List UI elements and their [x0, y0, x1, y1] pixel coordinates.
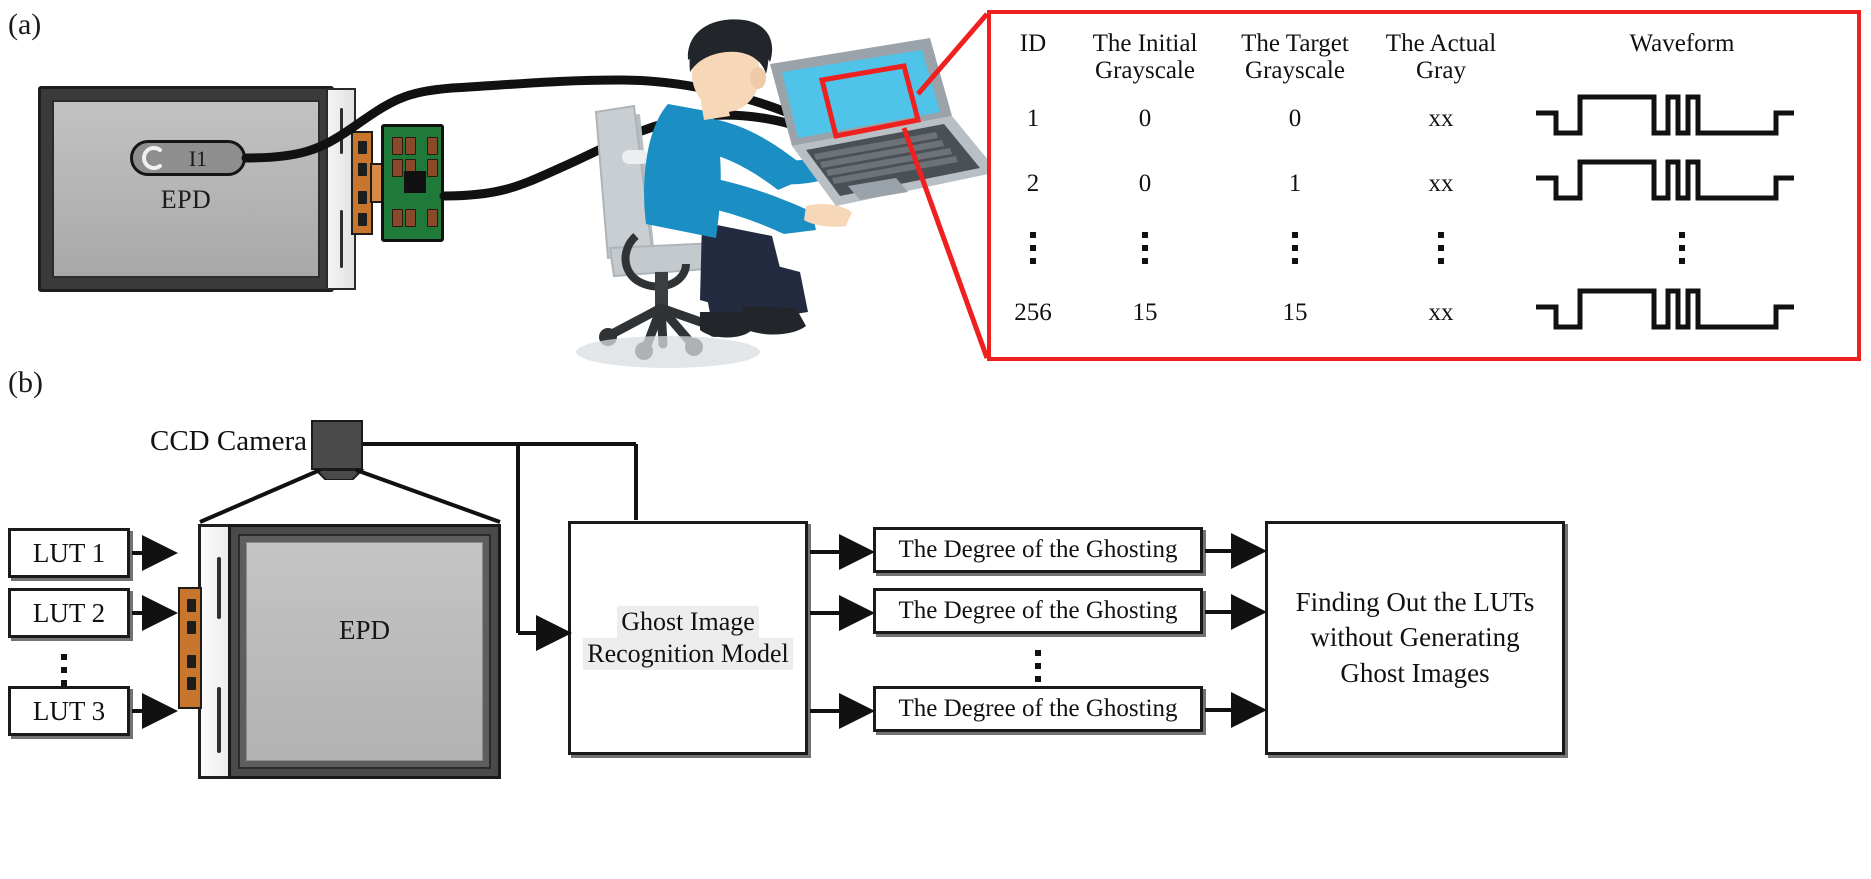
table-row-ellipsis — [995, 216, 1853, 280]
cell-target-grayscale: 1 — [1288, 169, 1302, 197]
epd-display-screen-b — [246, 542, 483, 761]
epd-side-slot-bottom-b — [217, 687, 221, 753]
flex-connector-b — [178, 587, 202, 709]
cell-initial-grayscale: 15 — [1132, 298, 1158, 326]
header-id: ID — [1019, 30, 1047, 57]
connector-pin — [358, 163, 367, 176]
connector-pin — [358, 191, 367, 204]
lut-box-2[interactable]: LUT 2 — [8, 588, 130, 638]
cell-actual-gray: xx — [1428, 169, 1454, 197]
finding-luts-result-box[interactable]: Finding Out the LUTs without Generating … — [1265, 521, 1565, 755]
epd-side-slot-bottom — [340, 210, 343, 268]
cell-id: 256 — [1014, 298, 1052, 326]
epd-label-b: EPD — [338, 615, 390, 645]
cell-target-ellipsis — [1219, 216, 1371, 280]
vertical-ellipsis-icon — [1072, 232, 1218, 264]
ghost-model-line2: Recognition Model — [583, 638, 793, 670]
final-box-line1: Finding Out the LUTs — [1295, 587, 1535, 618]
vertical-ellipsis-icon — [996, 232, 1070, 264]
degree-box-1-label: The Degree of the Ghosting — [898, 536, 1178, 563]
pcb-pad — [405, 209, 416, 227]
vertical-ellipsis-icon — [1220, 232, 1370, 264]
cell-id-ellipsis — [995, 216, 1071, 280]
cell-id: 1 — [1026, 104, 1040, 132]
callout-leader-lines — [818, 12, 990, 359]
lut-box-1-label: LUT 1 — [32, 537, 106, 568]
epd-side-slot-top-b — [217, 557, 221, 619]
waveform-icon — [1536, 94, 1794, 136]
degree-of-ghosting-box-1[interactable]: The Degree of the Ghosting — [873, 527, 1203, 573]
lut-box-2-label: LUT 2 — [32, 597, 106, 628]
table-header-row: ID The Initial Grayscale The Target Gray… — [995, 18, 1853, 86]
header-target-grayscale: The Target Grayscale — [1241, 30, 1349, 84]
degree-vertical-ellipsis-icon — [1030, 644, 1046, 688]
degree-box-3-label: The Degree of the Ghosting — [898, 695, 1178, 722]
degree-of-ghosting-box-3[interactable]: The Degree of the Ghosting — [873, 686, 1203, 732]
table-row: 2 0 1 xx — [995, 151, 1853, 216]
office-chair — [576, 104, 760, 368]
indicator-label-i1: I1 — [188, 146, 208, 171]
header-actual-gray: The Actual Gray — [1385, 30, 1497, 84]
ghost-image-recognition-model-box[interactable]: Ghost Image Recognition Model — [568, 521, 808, 755]
cell-waveform-ellipsis — [1511, 216, 1853, 280]
cell-target-grayscale: 15 — [1282, 298, 1308, 326]
table-row: 1 0 0 xx — [995, 86, 1853, 151]
final-box-line3: Ghost Images — [1340, 657, 1490, 688]
pcb-pad — [427, 209, 438, 227]
ccd-camera-lens-icon — [313, 469, 365, 480]
epd-label-a: EPD — [160, 185, 212, 214]
lut-table: ID The Initial Grayscale The Target Gray… — [995, 18, 1853, 353]
laptop — [770, 38, 998, 206]
degree-box-2-label: The Degree of the Ghosting — [898, 597, 1178, 624]
cell-actual-gray: xx — [1428, 104, 1454, 132]
vertical-ellipsis-icon — [1372, 232, 1510, 264]
final-box-line2: without Generating — [1310, 622, 1520, 653]
pcb-pad — [392, 159, 403, 177]
connector-pin — [187, 655, 196, 668]
pcb-pad — [427, 137, 438, 155]
cell-waveform — [1511, 280, 1853, 345]
ghost-model-line1: Ghost Image — [617, 606, 759, 638]
degree-of-ghosting-box-2[interactable]: The Degree of the Ghosting — [873, 588, 1203, 634]
header-waveform: Waveform — [1629, 30, 1735, 57]
panel-a-label: (a) — [8, 8, 42, 41]
cell-actual-ellipsis — [1371, 216, 1511, 280]
cell-initial-ellipsis — [1071, 216, 1219, 280]
connector-pin — [187, 677, 196, 690]
cell-waveform — [1511, 86, 1853, 151]
pcb-pad — [392, 137, 403, 155]
connector-pin — [358, 213, 367, 226]
cell-id: 2 — [1026, 169, 1040, 197]
cell-initial-grayscale: 0 — [1138, 169, 1152, 197]
ccd-camera-label: CCD Camera — [150, 425, 308, 457]
waveform-icon — [1536, 288, 1794, 330]
panel-b-label: (b) — [8, 366, 43, 399]
table-row: 256 15 15 xx — [995, 280, 1853, 345]
cell-target-grayscale: 0 — [1288, 104, 1302, 132]
waveform-icon — [1536, 159, 1794, 201]
pcb-pad — [427, 159, 438, 177]
pcb-ic-chip-a — [404, 171, 426, 193]
cell-waveform — [1511, 151, 1853, 216]
cell-initial-grayscale: 0 — [1138, 104, 1152, 132]
person-at-laptop — [644, 19, 894, 338]
connector-pin — [187, 621, 196, 634]
connector-pin — [187, 599, 196, 612]
header-initial-grayscale: The Initial Grayscale — [1092, 30, 1198, 84]
lut-box-1[interactable]: LUT 1 — [8, 528, 130, 578]
lut-box-3[interactable]: LUT 3 — [8, 686, 130, 736]
epd-side-slot-top — [340, 108, 343, 154]
cell-actual-gray: xx — [1428, 298, 1454, 326]
pcb-pad — [392, 209, 403, 227]
connector-pin — [358, 141, 367, 154]
vertical-ellipsis-icon — [1512, 232, 1852, 264]
lut-box-3-label: LUT 3 — [32, 695, 106, 726]
pcb-pad — [405, 137, 416, 155]
